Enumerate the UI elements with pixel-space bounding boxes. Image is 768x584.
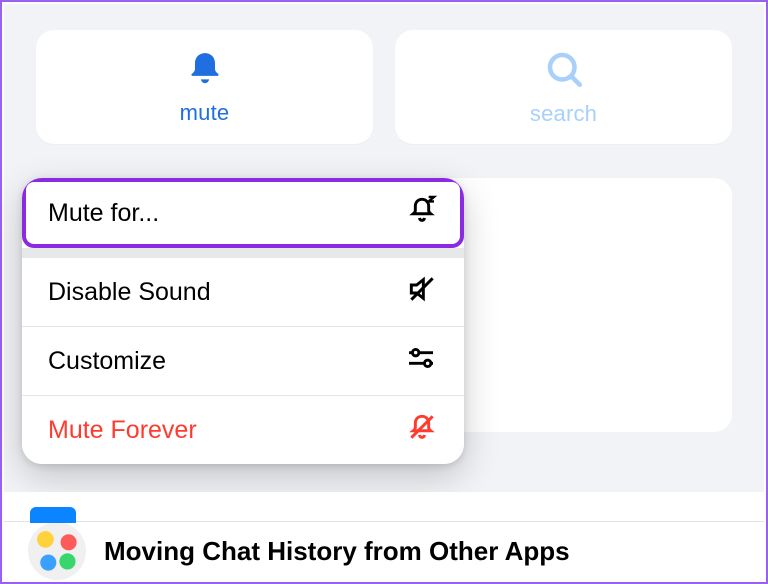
chat-list-row[interactable]: Moving Chat History from Other Apps <box>4 522 764 580</box>
menu-item-label: Customize <box>48 347 166 376</box>
menu-item-label: Disable Sound <box>48 278 211 307</box>
search-button[interactable]: search <box>395 30 732 144</box>
bell-snooze-icon <box>406 194 438 233</box>
menu-item-label: Mute for... <box>48 199 159 228</box>
bell-icon <box>185 49 225 94</box>
chat-list: Moving Chat History from Other Apps <box>4 492 764 580</box>
chat-list-row-peek <box>4 492 764 522</box>
menu-item-mute-forever[interactable]: Mute Forever <box>22 396 464 464</box>
menu-item-label: Mute Forever <box>48 416 197 445</box>
menu-separator <box>22 248 464 258</box>
speaker-off-icon <box>406 273 438 312</box>
search-icon <box>543 48 585 95</box>
action-row: mute search <box>36 30 732 144</box>
menu-item-disable-sound[interactable]: Disable Sound <box>22 258 464 326</box>
mute-context-menu: Mute for... Disable Sound Customize <box>22 178 464 464</box>
mute-button[interactable]: mute <box>36 30 373 144</box>
search-button-label: search <box>530 101 597 127</box>
sliders-icon <box>404 342 438 381</box>
mute-button-label: mute <box>180 100 230 126</box>
avatar <box>28 522 86 580</box>
chat-title: Moving Chat History from Other Apps <box>104 536 570 567</box>
avatar-peek <box>30 507 76 523</box>
menu-item-mute-for[interactable]: Mute for... <box>22 178 464 248</box>
bell-off-icon <box>406 411 438 450</box>
menu-item-customize[interactable]: Customize <box>22 327 464 395</box>
